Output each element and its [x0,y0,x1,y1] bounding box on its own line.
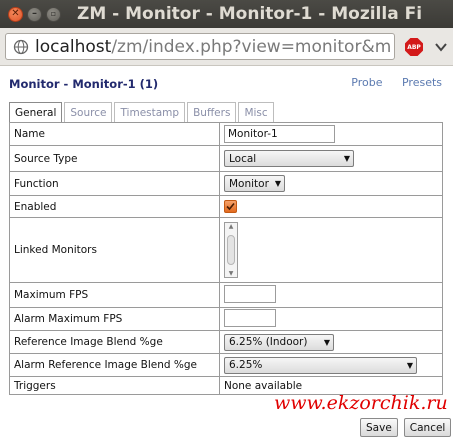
name-input[interactable]: Monitor-1 [224,125,335,143]
tab-bar: General Source Timestamp Buffers Misc [9,102,276,123]
url-path: /zm/index.php?view=monitor&m [111,36,392,57]
alarm-ref-blend-value: 6.25% [229,359,263,371]
url-host: localhost [35,36,112,57]
table-row: Linked Monitors ▲ ▼ [9,217,443,283]
source-type-value: Local [229,152,257,165]
tab-general[interactable]: General [9,102,63,123]
page-title: Monitor - Monitor-1 (1) [9,77,159,91]
table-row: Enabled [9,195,443,218]
globe-icon [10,36,32,58]
save-button[interactable]: Save [360,418,398,437]
function-label: Function [9,171,220,196]
name-label: Name [9,122,220,146]
chevron-down-icon [435,43,447,52]
scroll-down-icon[interactable]: ▼ [229,270,234,277]
tab-misc[interactable]: Misc [238,102,274,122]
url-bar[interactable]: localhost/zm/index.php?view=monitor&m [5,33,395,60]
enabled-label: Enabled [9,195,220,218]
linked-monitors-cell: ▲ ▼ [219,217,443,283]
watermark-text: www.ekzorchik.ru [274,392,448,414]
alarm-max-fps-input[interactable] [224,308,276,327]
linked-monitors-list[interactable]: ▲ ▼ [224,222,238,278]
toolbar-chevron-button[interactable] [434,38,448,56]
window-title: ZM - Monitor - Monitor-1 - Mozilla Fi [77,4,423,24]
maximize-window-button[interactable]: ▫ [46,6,61,22]
table-row: Alarm Reference Image Blend %ge 6.25% ▼ [9,353,443,377]
dropdown-arrow-icon: ▼ [323,337,331,347]
close-window-button[interactable]: ✕ [8,6,23,22]
url-text: localhost/zm/index.php?view=monitor&m [35,37,391,57]
alarm-ref-blend-select[interactable]: 6.25% ▼ [224,356,417,374]
header-links: Probe Presets [335,76,442,89]
minimize-icon: – [32,8,37,19]
adblock-plus-button[interactable]: ABP [405,38,423,56]
dropdown-arrow-icon: ▼ [406,360,414,370]
scrollbar-thumb[interactable] [227,235,235,265]
enabled-checkbox[interactable] [224,199,237,213]
enabled-cell [219,195,443,218]
table-row: Name Monitor-1 [9,122,443,146]
tab-buffers[interactable]: Buffers [187,102,237,122]
page-content: Monitor - Monitor-1 (1) Probe Presets Ge… [0,66,453,447]
minimize-window-button[interactable]: – [27,6,42,22]
table-row: Reference Image Blend %ge 6.25% (Indoor)… [9,330,443,354]
checkmark-icon [226,202,235,210]
maximize-icon: ▫ [50,9,57,18]
max-fps-input[interactable] [224,284,276,303]
presets-link[interactable]: Presets [402,76,442,89]
source-type-cell: Local ▼ [219,145,443,172]
source-type-label: Source Type [9,145,220,172]
alarm-max-fps-label: Alarm Maximum FPS [9,307,220,331]
source-type-select[interactable]: Local ▼ [224,150,354,167]
function-value: Monitor [229,177,269,190]
ref-blend-select[interactable]: 6.25% (Indoor) ▼ [224,333,334,351]
linked-monitors-label: Linked Monitors [9,217,220,283]
triggers-label: Triggers [9,376,220,395]
browser-navigation-bar: localhost/zm/index.php?view=monitor&m AB… [0,28,453,66]
alarm-max-fps-cell [219,307,443,331]
form-actions: Save Cancel [360,418,453,437]
window-title-bar: ✕ – ▫ ZM - Monitor - Monitor-1 - Mozilla… [0,0,453,28]
name-cell: Monitor-1 [219,122,443,146]
dropdown-arrow-icon: ▼ [343,154,351,163]
ref-blend-label: Reference Image Blend %ge [9,330,220,354]
dropdown-arrow-icon: ▼ [274,179,282,188]
tab-timestamp[interactable]: Timestamp [114,102,186,122]
close-icon: ✕ [11,8,20,19]
table-row: Maximum FPS [9,282,443,308]
table-row: Source Type Local ▼ [9,145,443,172]
max-fps-cell [219,282,443,308]
tab-source[interactable]: Source [64,102,113,122]
ref-blend-value: 6.25% (Indoor) [229,336,308,348]
function-select[interactable]: Monitor ▼ [224,175,285,192]
monitor-settings-table: Name Monitor-1 Source Type Local ▼ Funct… [9,122,443,395]
cancel-button[interactable]: Cancel [403,418,452,437]
function-cell: Monitor ▼ [219,171,443,196]
adblock-icon: ABP [407,43,421,51]
table-row: Alarm Maximum FPS [9,307,443,331]
ref-blend-cell: 6.25% (Indoor) ▼ [219,330,443,354]
max-fps-label: Maximum FPS [9,282,220,308]
probe-link[interactable]: Probe [351,76,382,89]
table-row: Function Monitor ▼ [9,171,443,196]
alarm-ref-blend-cell: 6.25% ▼ [219,353,443,377]
scroll-up-icon[interactable]: ▲ [229,223,234,230]
alarm-ref-blend-label: Alarm Reference Image Blend %ge [9,353,220,377]
